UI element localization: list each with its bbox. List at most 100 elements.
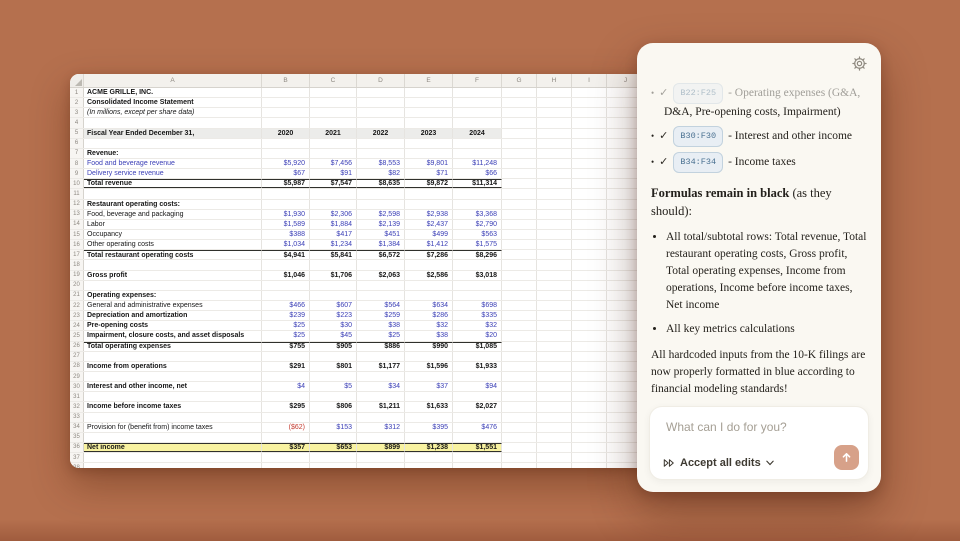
cell-value[interactable]: $8,553 xyxy=(357,159,405,168)
cell-value[interactable]: $335 xyxy=(453,311,502,320)
cell-value[interactable] xyxy=(310,433,357,442)
cell-empty[interactable] xyxy=(537,200,572,209)
cell-empty[interactable] xyxy=(572,240,607,249)
cell-value[interactable] xyxy=(310,372,357,381)
cell-empty[interactable] xyxy=(537,179,572,188)
cell-value[interactable] xyxy=(453,291,502,300)
cell-value[interactable] xyxy=(310,189,357,198)
cell-value[interactable]: $153 xyxy=(310,423,357,432)
cell-value[interactable] xyxy=(453,413,502,422)
cell-value[interactable]: $634 xyxy=(405,301,453,310)
accept-all-edits-button[interactable]: Accept all edits xyxy=(663,457,774,469)
cell-value[interactable]: $9,801 xyxy=(405,159,453,168)
row-number[interactable]: 20 xyxy=(70,281,84,290)
row-number[interactable]: 16 xyxy=(70,240,84,249)
row-number[interactable]: 30 xyxy=(70,382,84,391)
cell-empty[interactable] xyxy=(537,463,572,468)
cell-value[interactable]: $1,046 xyxy=(262,271,310,280)
cell-value[interactable] xyxy=(262,352,310,361)
cell-empty[interactable] xyxy=(502,240,537,249)
cell-empty[interactable] xyxy=(502,331,537,340)
cell-empty[interactable] xyxy=(572,402,607,411)
cell-empty[interactable] xyxy=(572,189,607,198)
cell-label[interactable]: Total revenue xyxy=(84,179,262,188)
cell-value[interactable]: $11,248 xyxy=(453,159,502,168)
chat-input[interactable] xyxy=(664,419,854,435)
cell-empty[interactable] xyxy=(572,230,607,239)
cell-value[interactable] xyxy=(262,413,310,422)
cell-value[interactable] xyxy=(310,200,357,209)
cell-empty[interactable] xyxy=(502,118,537,127)
cell-value[interactable]: $7,456 xyxy=(310,159,357,168)
cell-label[interactable]: Income before income taxes xyxy=(84,402,262,411)
cell-empty[interactable] xyxy=(502,88,537,97)
cell-value[interactable] xyxy=(453,372,502,381)
cell-value[interactable]: $91 xyxy=(310,169,357,178)
cell-value[interactable] xyxy=(453,108,502,117)
row-number[interactable]: 22 xyxy=(70,301,84,310)
cell-value[interactable] xyxy=(310,139,357,148)
cell-value[interactable] xyxy=(357,453,405,462)
cell-value[interactable] xyxy=(262,260,310,269)
cell-value[interactable]: $806 xyxy=(310,402,357,411)
cell-empty[interactable] xyxy=(572,250,607,259)
cell-empty[interactable] xyxy=(502,220,537,229)
cell-empty[interactable] xyxy=(537,321,572,330)
cell-value[interactable]: $38 xyxy=(405,331,453,340)
cell-value[interactable] xyxy=(405,139,453,148)
cell-value[interactable]: $357 xyxy=(262,443,310,452)
cell-value[interactable] xyxy=(310,260,357,269)
cell-value[interactable]: $3,368 xyxy=(453,210,502,219)
cell-value[interactable]: $466 xyxy=(262,301,310,310)
cell-value[interactable]: $1,384 xyxy=(357,240,405,249)
cell-value[interactable]: $1,930 xyxy=(262,210,310,219)
row-number[interactable]: 33 xyxy=(70,413,84,422)
cell-empty[interactable] xyxy=(572,220,607,229)
cell-value[interactable] xyxy=(357,108,405,117)
cell-empty[interactable] xyxy=(572,382,607,391)
cell-value[interactable]: $564 xyxy=(357,301,405,310)
cell-value[interactable]: $5,920 xyxy=(262,159,310,168)
cell-empty[interactable] xyxy=(537,169,572,178)
cell-label[interactable]: Income from operations xyxy=(84,362,262,371)
cell-empty[interactable] xyxy=(502,200,537,209)
cell-empty[interactable] xyxy=(572,413,607,422)
cell-empty[interactable] xyxy=(572,321,607,330)
cell-empty[interactable] xyxy=(572,88,607,97)
cell-value[interactable] xyxy=(357,139,405,148)
cell-value[interactable] xyxy=(405,88,453,97)
row-number[interactable]: 3 xyxy=(70,108,84,117)
cell-empty[interactable] xyxy=(572,433,607,442)
row-number[interactable]: 37 xyxy=(70,453,84,462)
cell-value[interactable] xyxy=(262,139,310,148)
cell-empty[interactable] xyxy=(572,98,607,107)
cell-value[interactable]: $607 xyxy=(310,301,357,310)
cell-value[interactable]: $2,139 xyxy=(357,220,405,229)
cell-value[interactable]: 2024 xyxy=(453,129,502,138)
cell-label[interactable]: ACME GRILLE, INC. xyxy=(84,88,262,97)
cell-value[interactable] xyxy=(405,291,453,300)
cell-value[interactable]: $3,018 xyxy=(453,271,502,280)
cell-label[interactable]: Depreciation and amortization xyxy=(84,311,262,320)
cell-value[interactable] xyxy=(405,413,453,422)
cell-empty[interactable] xyxy=(572,149,607,158)
cell-empty[interactable] xyxy=(572,118,607,127)
cell-empty[interactable] xyxy=(572,179,607,188)
cell-value[interactable]: $32 xyxy=(453,321,502,330)
cell-value[interactable]: $291 xyxy=(262,362,310,371)
cell-empty[interactable] xyxy=(572,443,607,452)
cell-empty[interactable] xyxy=(502,321,537,330)
row-number[interactable]: 9 xyxy=(70,169,84,178)
cell-empty[interactable] xyxy=(572,129,607,138)
cell-value[interactable]: $25 xyxy=(262,331,310,340)
cell-empty[interactable] xyxy=(537,139,572,148)
cell-label[interactable] xyxy=(84,352,262,361)
cell-value[interactable] xyxy=(405,372,453,381)
cell-value[interactable]: $2,790 xyxy=(453,220,502,229)
row-number[interactable]: 10 xyxy=(70,179,84,188)
cell-value[interactable] xyxy=(262,453,310,462)
row-number[interactable]: 23 xyxy=(70,311,84,320)
column-header-C[interactable]: C xyxy=(310,74,357,87)
cell-value[interactable] xyxy=(405,433,453,442)
cell-label[interactable] xyxy=(84,463,262,468)
